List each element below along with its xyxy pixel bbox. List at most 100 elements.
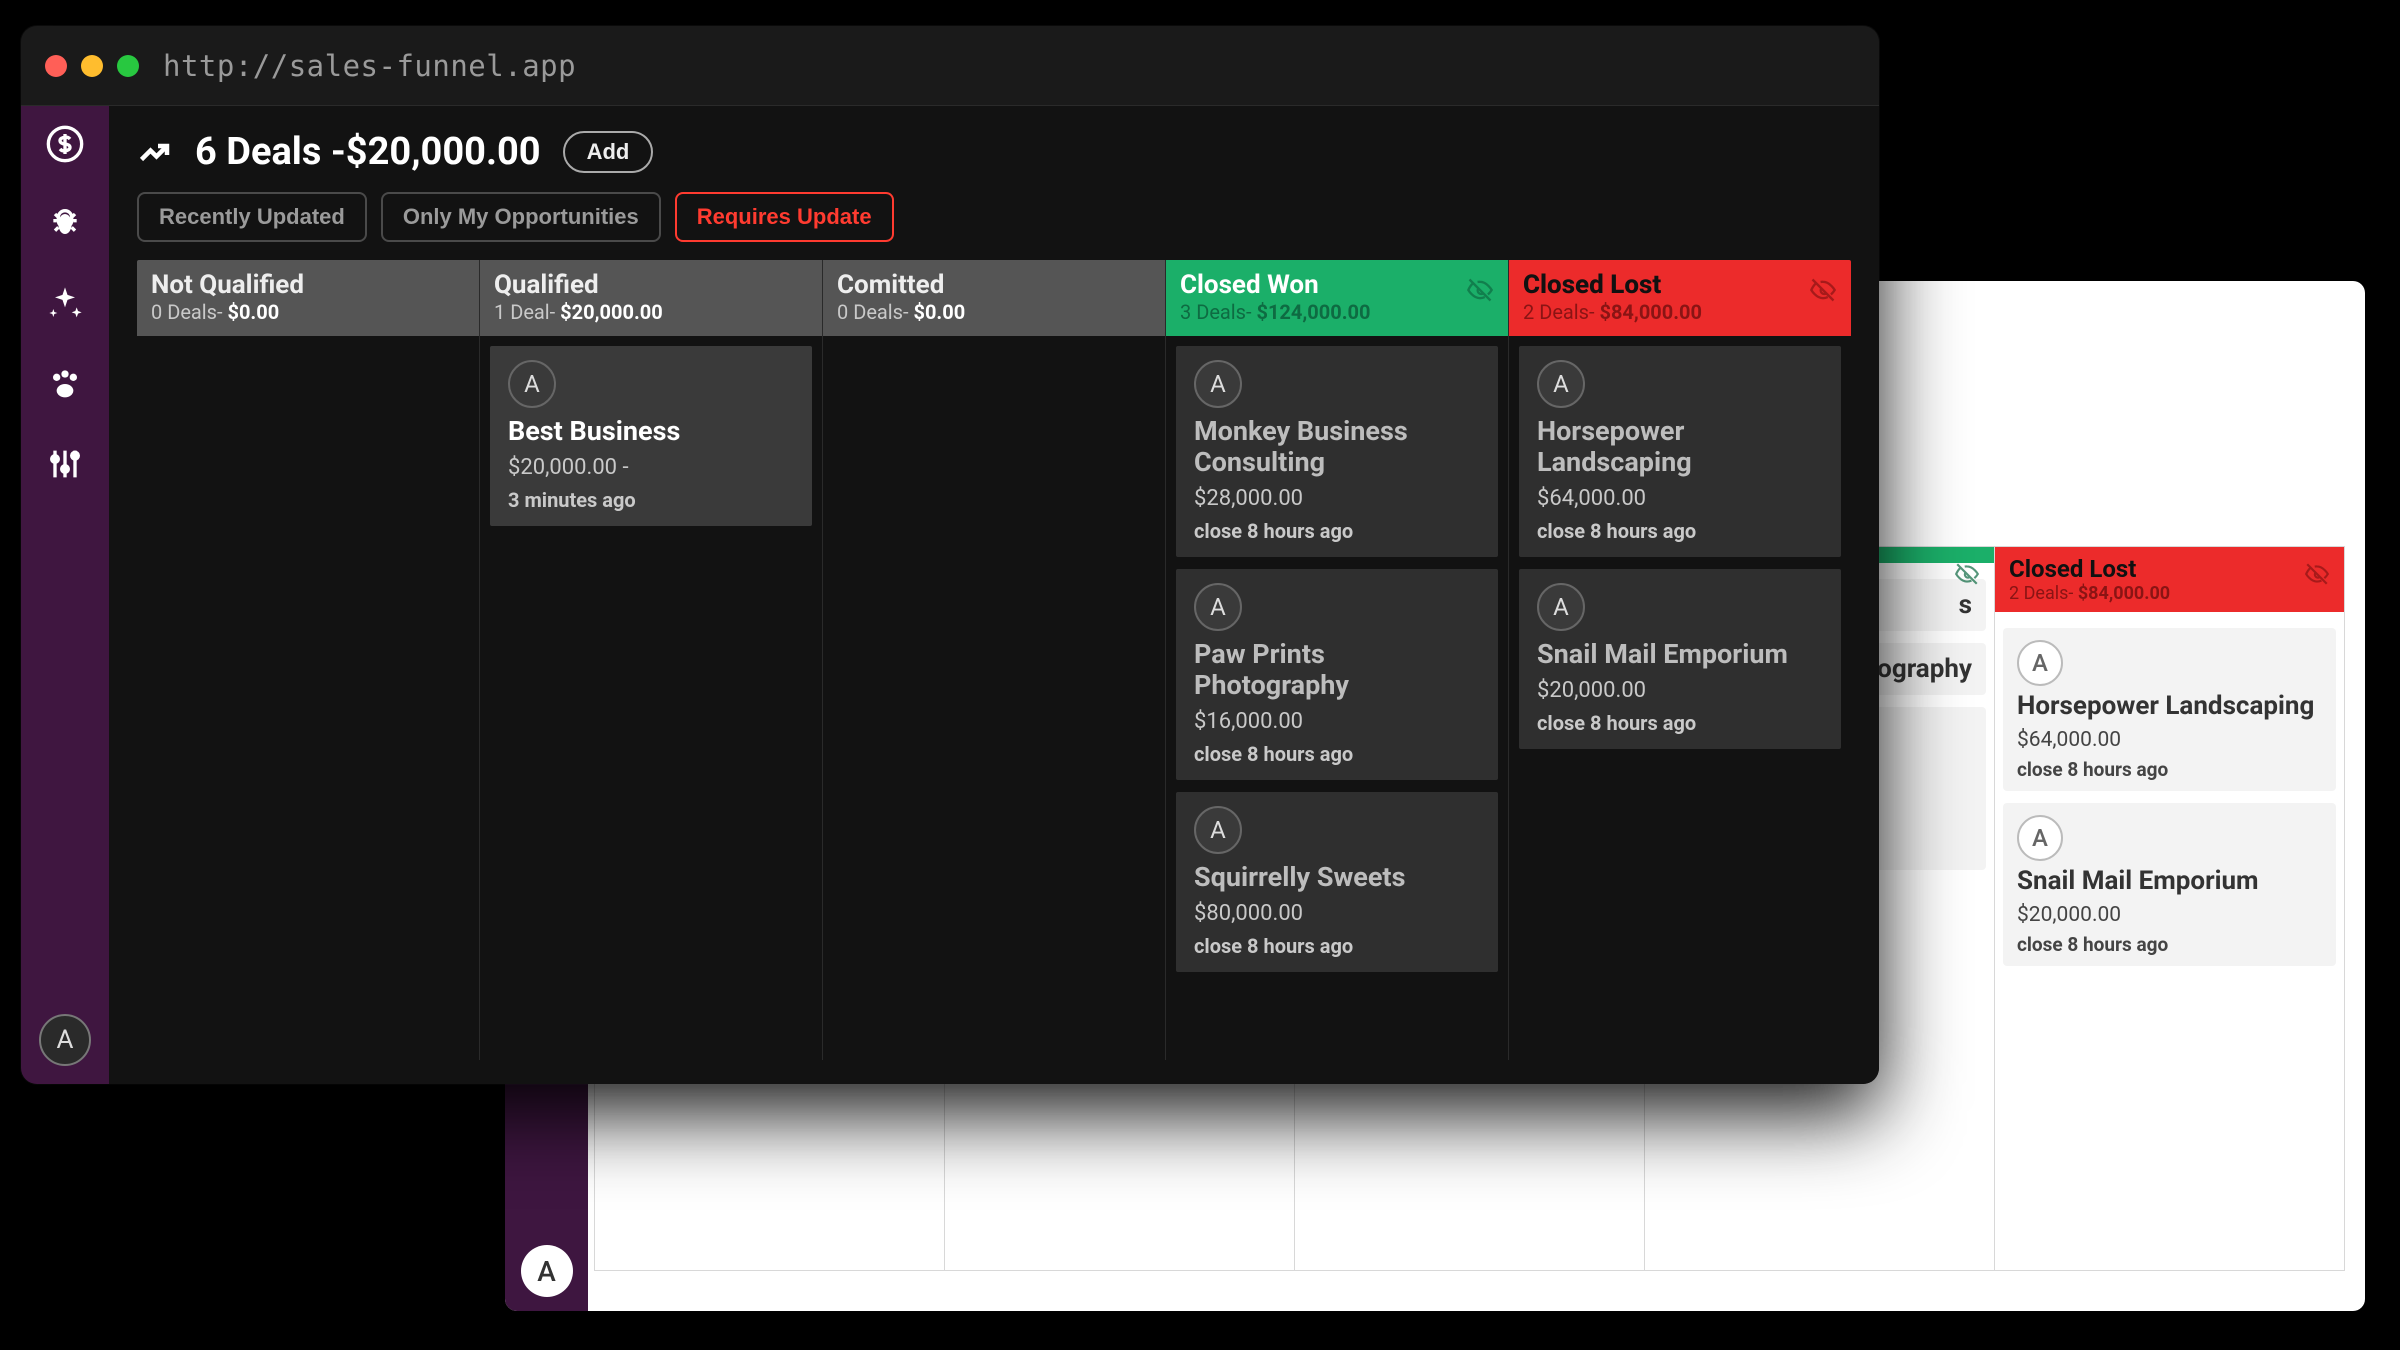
column-subtitle: 0 Deals- $0.00 (151, 300, 465, 324)
kanban-board: Not Qualified0 Deals- $0.00Qualified1 De… (137, 260, 1851, 1060)
close-window-button[interactable] (45, 55, 67, 77)
column-body: ABest Business$20,000.00 -3 minutes ago (480, 336, 822, 1060)
sparkle-icon[interactable] (45, 284, 85, 324)
column-title: Closed Lost (1523, 270, 1837, 300)
light-col-header-lost: Closed Lost 2 Deals- $84,000.00 (1995, 547, 2344, 612)
deal-time: close 8 hours ago (1537, 519, 1823, 543)
light-avatar[interactable]: A (521, 1245, 573, 1297)
col-count: 2 Deals- (1523, 300, 1599, 324)
deal-card[interactable]: ASnail Mail Emporium$20,000.00close 8 ho… (1519, 569, 1841, 749)
deal-card[interactable]: AMonkey Business Consulting$28,000.00clo… (1176, 346, 1498, 557)
col-amount: $124,000.00 (1256, 300, 1370, 324)
deal-amount: $64,000.00 (2017, 728, 2322, 752)
kanban-column-not_qualified: Not Qualified0 Deals- $0.00 (137, 260, 480, 1060)
column-body: AMonkey Business Consulting$28,000.00clo… (1166, 336, 1508, 1060)
kanban-column-qualified: Qualified1 Deal- $20,000.00ABest Busines… (480, 260, 823, 1060)
paw-icon[interactable] (45, 364, 85, 404)
column-title: Not Qualified (151, 270, 465, 300)
deal-time: close 8 hours ago (2017, 933, 2322, 956)
deal-card[interactable]: A Horsepower Landscaping $64,000.00 clos… (2003, 628, 2336, 791)
col-amount: $0.00 (227, 300, 279, 324)
dollar-icon[interactable] (45, 124, 85, 164)
user-avatar[interactable]: A (39, 1014, 91, 1066)
filter-requires-update[interactable]: Requires Update (675, 192, 894, 242)
column-body (823, 336, 1165, 1060)
col-amount: $84,000.00 (2078, 583, 2170, 604)
deal-time: close 8 hours ago (1537, 711, 1823, 735)
deal-amount: $64,000.00 (1537, 486, 1823, 511)
deal-name: Horsepower Landscaping (1537, 416, 1823, 478)
col-count: 1 Deal- (494, 300, 560, 324)
deal-amount: $20,000.00 (1537, 678, 1823, 703)
col-count: 3 Deals- (1180, 300, 1256, 324)
eye-off-icon[interactable] (1466, 276, 1494, 304)
deal-card[interactable]: A Paw Prints Photography $16,000.00 close 8… (1176, 569, 1498, 780)
deal-name: Paw Prints Photography (1194, 639, 1480, 701)
deal-amount: $80,000.00 (1194, 901, 1480, 926)
col-amount: $84,000.00 (1599, 300, 1702, 324)
deal-avatar: A (2017, 640, 2063, 686)
window-title-bar: http://sales-funnel.app (21, 26, 1879, 106)
deal-name: ography (1877, 655, 1972, 685)
eye-off-icon[interactable] (2304, 561, 2330, 587)
address-url[interactable]: http://sales-funnel.app (163, 49, 576, 83)
deal-avatar: A (1194, 360, 1242, 408)
deal-time: close 8 hours ago (1194, 742, 1480, 766)
deal-avatar: A (2017, 815, 2063, 861)
light-col-closed-lost: Closed Lost 2 Deals- $84,000.00 A Horsep… (1995, 547, 2344, 1270)
filter-row: Recently Updated Only My Opportunities R… (137, 192, 1851, 242)
zoom-window-button[interactable] (117, 55, 139, 77)
column-subtitle: 0 Deals- $0.00 (837, 300, 1151, 324)
deal-card[interactable]: A Horsepower Landscaping $64,000.00 close 8… (1519, 346, 1841, 557)
bug-icon[interactable] (45, 204, 85, 244)
deal-avatar: A (508, 360, 556, 408)
column-subtitle: 2 Deals- $84,000.00 (1523, 300, 1837, 324)
kanban-column-closed_lost: Closed Lost2 Deals- $84,000.00 A Horsepowe… (1509, 260, 1851, 1060)
column-subtitle: 3 Deals- $124,000.00 (1180, 300, 1494, 324)
deal-name: Horsepower Landscaping (2017, 692, 2322, 722)
add-button[interactable]: Add (563, 131, 654, 173)
eye-off-icon[interactable] (1954, 561, 1980, 587)
column-title: Qualified (494, 270, 808, 300)
deal-amount: $20,000.00 (2017, 903, 2322, 927)
column-header[interactable]: Closed Won3 Deals- $124,000.00 (1166, 260, 1508, 336)
eye-off-icon[interactable] (1809, 276, 1837, 304)
deal-card[interactable]: ASquirrelly Sweets$80,000.00close 8 hour… (1176, 792, 1498, 972)
column-body: A Horsepower Landscaping $64,000.00 close 8… (1509, 336, 1851, 1060)
column-header[interactable]: Closed Lost2 Deals- $84,000.00 (1509, 260, 1851, 336)
col-amount: $20,000.00 (560, 300, 663, 324)
deal-card[interactable]: A Snail Mail Emporium $20,000.00 close 8… (2003, 803, 2336, 966)
deal-time: close 8 hours ago (1194, 519, 1480, 543)
light-col-sub: 2 Deals- $84,000.00 (2009, 583, 2330, 604)
column-body (137, 336, 479, 1060)
column-subtitle: 1 Deal- $20,000.00 (494, 300, 808, 324)
page-header: 6 Deals -$20,000.00 Add (137, 130, 1851, 174)
col-count: 2 Deals- (2009, 583, 2078, 604)
deal-name: s (1959, 591, 1972, 621)
deal-avatar: A (1194, 583, 1242, 631)
deal-card[interactable]: ABest Business$20,000.00 -3 minutes ago (490, 346, 812, 526)
minimize-window-button[interactable] (81, 55, 103, 77)
deal-avatar: A (1194, 806, 1242, 854)
kanban-column-closed_won: Closed Won3 Deals- $124,000.00 AMonkey Bu… (1166, 260, 1509, 1060)
col-amount: $0.00 (913, 300, 965, 324)
deal-amount: $20,000.00 - (508, 455, 794, 480)
column-title: Closed Won (1180, 270, 1494, 300)
deal-amount: $16,000.00 (1194, 709, 1480, 734)
column-header[interactable]: Comitted0 Deals- $0.00 (823, 260, 1165, 336)
deal-avatar: A (1537, 360, 1585, 408)
col-count: 0 Deals- (151, 300, 227, 324)
column-header[interactable]: Not Qualified0 Deals- $0.00 (137, 260, 479, 336)
column-header[interactable]: Qualified1 Deal- $20,000.00 (480, 260, 822, 336)
kanban-column-comitted: Comitted0 Deals- $0.00 (823, 260, 1166, 1060)
deal-time: close 8 hours ago (1194, 934, 1480, 958)
deal-time: 3 minutes ago (508, 488, 794, 512)
filter-recently-updated[interactable]: Recently Updated (137, 192, 367, 242)
window-controls (45, 55, 139, 77)
deal-amount: $28,000.00 (1194, 486, 1480, 511)
sliders-icon[interactable] (45, 444, 85, 484)
filter-only-my-opportunities[interactable]: Only My Opportunities (381, 192, 661, 242)
page-title: 6 Deals -$20,000.00 (195, 130, 541, 174)
col-count: 0 Deals- (837, 300, 913, 324)
trending-up-icon (137, 134, 173, 170)
